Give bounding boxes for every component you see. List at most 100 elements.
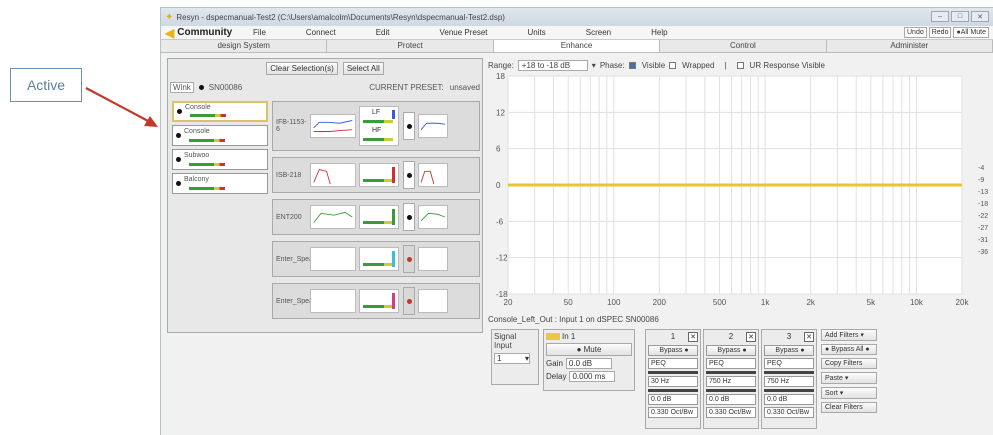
peak-indicator <box>392 209 395 225</box>
clear-filters-button[interactable]: Clear Filters <box>821 402 877 413</box>
source-name: Console <box>184 128 210 135</box>
phase-visible-checkbox[interactable] <box>628 61 636 69</box>
x-tick-label: 100 <box>607 298 621 307</box>
y-tick-label: 12 <box>496 108 505 117</box>
meter-bar <box>363 179 393 182</box>
right-tick-label: -27 <box>978 225 988 232</box>
clear-selections-button[interactable]: Clear Selection(s) <box>266 61 338 75</box>
redo-button[interactable]: Redo <box>928 27 952 38</box>
bypass-all-button[interactable]: ● Bypass All ● <box>821 344 877 355</box>
filter-bypass-button[interactable]: Bypass ● <box>764 345 814 356</box>
filter-actions: Add Filters ▾ ● Bypass All ● Copy Filter… <box>821 329 879 416</box>
mute-icon <box>406 214 412 220</box>
filter-type-select[interactable]: PEQ <box>764 358 814 369</box>
filter-frequency-field[interactable]: 750 Hz <box>706 376 756 387</box>
menu-screen[interactable]: Screen <box>586 28 611 37</box>
source-status-icon <box>177 109 182 114</box>
source-console-1[interactable]: Console <box>172 101 268 122</box>
output-ifb[interactable]: IFB-1153-6 LF HF <box>272 101 480 151</box>
window-title: Resyn - dspecmanual-Test2 (C:\Users\amal… <box>176 12 505 22</box>
paste-button[interactable]: Paste ▾ <box>821 372 877 384</box>
range-select[interactable]: +18 to -18 dB <box>517 59 588 71</box>
undo-button[interactable]: Undo <box>904 27 927 38</box>
menu-units[interactable]: Units <box>528 28 546 37</box>
menu-file[interactable]: File <box>253 28 266 37</box>
divider: | <box>724 60 727 70</box>
active-callout: Active <box>10 68 82 102</box>
maximize-button[interactable]: □ <box>951 11 969 22</box>
tab-protect[interactable]: Protect <box>327 40 494 52</box>
eq-thumbnail <box>418 114 448 138</box>
source-console-2[interactable]: Console <box>172 125 268 146</box>
remove-filter-button[interactable]: ✕ <box>688 332 698 342</box>
menu-venue-preset[interactable]: Venue Preset <box>439 28 487 37</box>
system-panel: Clear Selection(s) Select All Wink SN000… <box>167 58 483 333</box>
phase-visible-label: Visible <box>641 60 666 70</box>
peak-indicator <box>392 293 395 309</box>
source-list: Console Console Subwoo Balcony <box>172 101 268 197</box>
all-mute-button[interactable]: ● All Mute <box>953 27 989 38</box>
filter-frequency-field[interactable]: 30 Hz <box>648 376 698 387</box>
response-thumbnail <box>310 114 356 138</box>
tab-control[interactable]: Control <box>660 40 827 52</box>
signal-input-label: Signal Input <box>494 332 517 350</box>
filter-gain-field[interactable]: 0.0 dB <box>706 394 756 405</box>
source-name: Balcony <box>184 176 209 183</box>
select-all-button[interactable]: Select All <box>342 61 384 75</box>
remove-filter-button[interactable]: ✕ <box>804 332 814 342</box>
filter-gain-field[interactable]: 0.0 dB <box>764 394 814 405</box>
signal-input-select[interactable]: 1 ▾ <box>494 353 530 364</box>
filter-bandwidth-field[interactable]: 0.330 Oct/Bw <box>706 407 756 418</box>
brand: ◀ Community <box>161 26 232 40</box>
output-ent200[interactable]: ENT200 <box>272 199 480 235</box>
mute-button[interactable] <box>403 112 415 140</box>
menu-help[interactable]: Help <box>651 28 667 37</box>
channel-info: Console_Left_Out : Input 1 on dSPEC SN00… <box>488 315 659 324</box>
sort-button[interactable]: Sort ▾ <box>821 387 877 399</box>
filter-bypass-button[interactable]: Bypass ● <box>706 345 756 356</box>
divider <box>648 371 698 374</box>
x-tick-label: 20k <box>956 298 970 307</box>
mute-button[interactable] <box>403 203 415 231</box>
filter-type-select[interactable]: PEQ <box>648 358 698 369</box>
response-thumbnail <box>310 247 356 271</box>
input-mute-button[interactable]: ● Mute <box>546 343 632 356</box>
x-tick-label: 500 <box>713 298 727 307</box>
x-tick-label: 1k <box>761 298 770 307</box>
gain-field[interactable]: 0.0 dB <box>565 358 612 369</box>
mute-button[interactable] <box>403 287 415 315</box>
source-subwoo[interactable]: Subwoo <box>172 149 268 170</box>
level-meter <box>359 163 399 187</box>
output-isb[interactable]: ISB-218 <box>272 157 480 193</box>
tab-enhance[interactable]: Enhance <box>493 40 661 52</box>
remove-filter-button[interactable]: ✕ <box>746 332 756 342</box>
filter-bandwidth-field[interactable]: 0.330 Oct/Bw <box>648 407 698 418</box>
wink-button[interactable]: Wink <box>170 81 194 93</box>
range-dropdown-icon[interactable]: ▾ <box>592 61 596 70</box>
minimize-button[interactable]: – <box>931 11 949 22</box>
output-enter-spea-2[interactable]: Enter_Spea <box>272 283 480 319</box>
mute-button[interactable] <box>403 161 415 189</box>
source-balcony[interactable]: Balcony <box>172 173 268 194</box>
phase-wrapped-checkbox[interactable] <box>669 61 677 69</box>
delay-field[interactable]: 0.000 ms <box>569 371 616 382</box>
copy-filters-button[interactable]: Copy Filters <box>821 358 877 369</box>
close-button[interactable]: ✕ <box>971 11 989 22</box>
peak-indicator <box>392 167 395 183</box>
add-filters-button[interactable]: Add Filters ▾ <box>821 329 877 341</box>
mute-icon <box>406 123 412 129</box>
menu-connect[interactable]: Connect <box>306 28 336 37</box>
menu-edit[interactable]: Edit <box>376 28 390 37</box>
output-enter-spea-1[interactable]: Enter_Spea <box>272 241 480 277</box>
filter-bypass-button[interactable]: Bypass ● <box>648 345 698 356</box>
filter-type-select[interactable]: PEQ <box>706 358 756 369</box>
tab-administer[interactable]: Administer <box>827 40 993 52</box>
right-tick-label: -22 <box>978 213 988 220</box>
tab-design-system[interactable]: design System <box>161 40 328 52</box>
ur-response-checkbox[interactable] <box>736 61 744 69</box>
divider <box>764 371 814 374</box>
filter-gain-field[interactable]: 0.0 dB <box>648 394 698 405</box>
filter-bandwidth-field[interactable]: 0.330 Oct/Bw <box>764 407 814 418</box>
mute-button[interactable] <box>403 245 415 273</box>
filter-frequency-field[interactable]: 750 Hz <box>764 376 814 387</box>
